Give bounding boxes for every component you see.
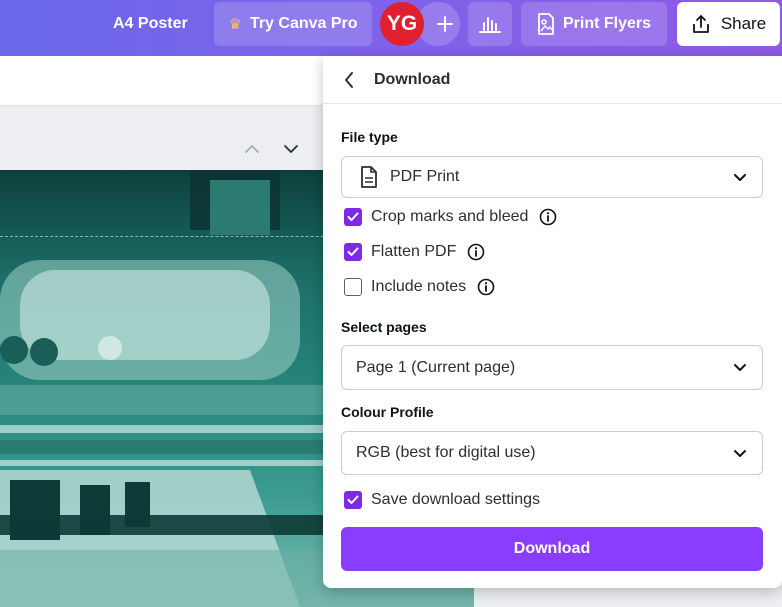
colour-profile-value: RGB (best for digital use) <box>356 444 536 461</box>
try-canva-pro-button[interactable]: ♛ Try Canva Pro <box>214 2 372 46</box>
chevron-down-icon <box>718 449 762 458</box>
select-pages-dropdown[interactable]: Page 1 (Current page) <box>341 345 763 390</box>
chevron-down-icon <box>718 363 762 372</box>
page-up-button[interactable] <box>240 137 264 161</box>
print-flyers-button[interactable]: Print Flyers <box>521 2 667 46</box>
chevron-down-icon <box>284 145 298 153</box>
chevron-down-icon <box>718 173 762 182</box>
save-settings-label: Save download settings <box>371 491 540 508</box>
check-icon <box>347 247 359 256</box>
info-icon[interactable] <box>477 278 495 296</box>
file-type-value: PDF Print <box>390 168 460 185</box>
file-type-label: File type <box>341 129 398 145</box>
document-icon <box>361 166 377 188</box>
avatar[interactable]: YG <box>380 2 424 46</box>
flatten-pdf-checkbox[interactable] <box>344 243 362 261</box>
insights-button[interactable] <box>468 2 512 46</box>
page-down-button[interactable] <box>279 137 303 161</box>
back-arrow-icon <box>345 72 353 88</box>
save-settings-checkbox[interactable] <box>344 491 362 509</box>
share-button[interactable]: Share <box>677 2 780 46</box>
info-icon[interactable] <box>539 208 557 226</box>
crop-marks-checkbox[interactable] <box>344 208 362 226</box>
select-pages-label: Select pages <box>341 319 427 335</box>
download-button[interactable]: Download <box>341 527 763 571</box>
top-bar: A4 Poster ♛ Try Canva Pro YG Print Flyer… <box>0 0 782 56</box>
print-flyer-icon <box>538 13 554 35</box>
share-icon <box>692 15 709 33</box>
check-icon <box>347 495 359 504</box>
check-icon <box>347 212 359 221</box>
select-pages-value: Page 1 (Current page) <box>356 358 516 376</box>
flatten-pdf-option[interactable]: Flatten PDF <box>344 241 485 263</box>
document-title[interactable]: A4 Poster <box>113 2 188 46</box>
panel-title: Download <box>374 71 451 88</box>
save-settings-option[interactable]: Save download settings <box>344 489 540 511</box>
back-button[interactable] <box>337 68 361 92</box>
crop-marks-label: Crop marks and bleed <box>371 208 529 225</box>
crop-marks-option[interactable]: Crop marks and bleed <box>344 206 557 228</box>
flatten-pdf-label: Flatten PDF <box>371 243 457 260</box>
chart-icon <box>479 17 501 33</box>
share-label: Share <box>720 14 767 33</box>
try-canva-pro-label: Try Canva Pro <box>249 15 358 32</box>
info-icon[interactable] <box>467 243 485 261</box>
crown-icon: ♛ <box>228 16 242 33</box>
print-flyers-label: Print Flyers <box>562 15 652 32</box>
include-notes-checkbox[interactable] <box>344 278 362 296</box>
file-type-select[interactable]: PDF Print <box>341 156 763 198</box>
download-panel: Download File type PDF Print Crop marks … <box>323 56 782 588</box>
colour-profile-dropdown[interactable]: RGB (best for digital use) <box>341 431 763 475</box>
colour-profile-label: Colour Profile <box>341 404 434 420</box>
download-panel-header: Download <box>323 56 782 104</box>
chevron-up-icon <box>245 145 259 153</box>
plus-icon <box>437 16 453 32</box>
include-notes-option[interactable]: Include notes <box>344 276 495 298</box>
include-notes-label: Include notes <box>371 278 467 295</box>
